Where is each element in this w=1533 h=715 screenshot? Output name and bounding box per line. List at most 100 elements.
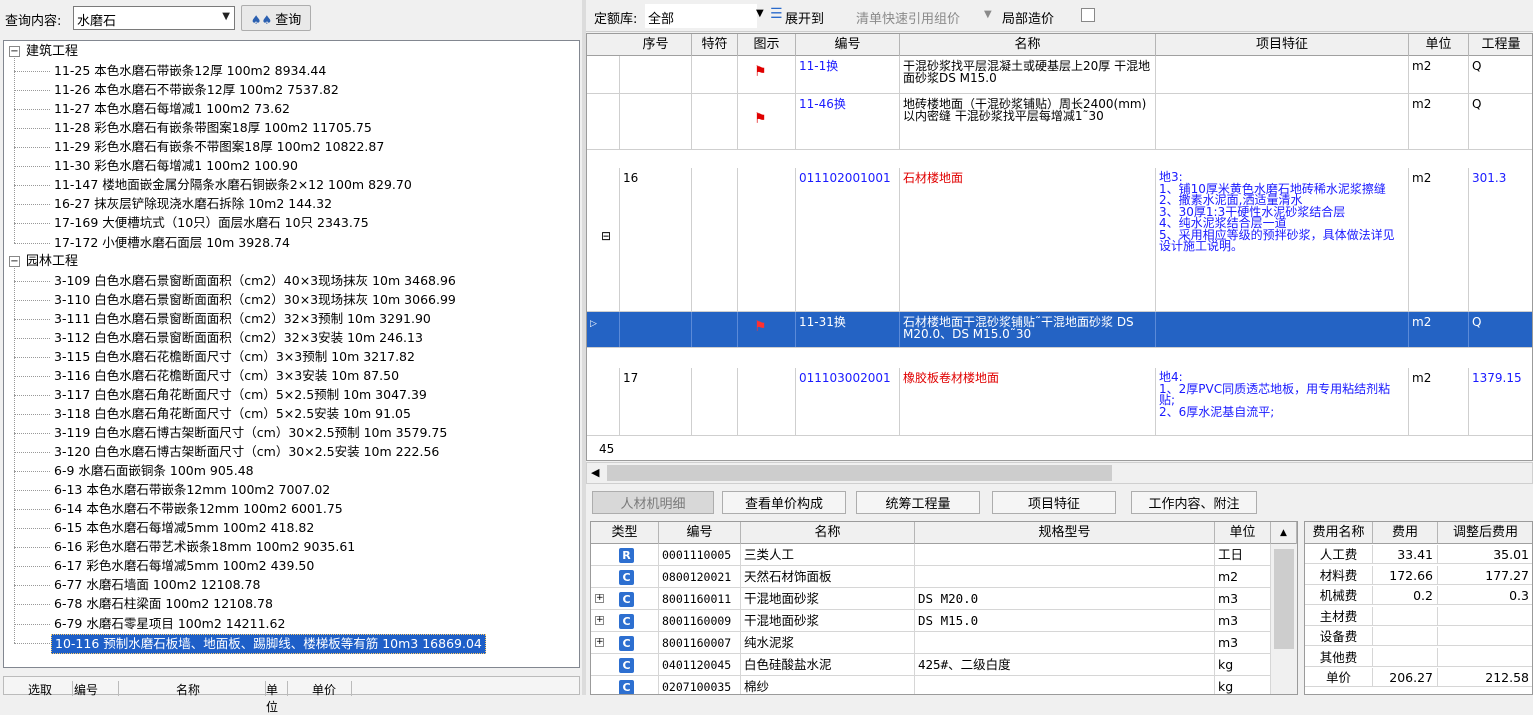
tree-item-label[interactable]: 10-116 预制水磨石板墙、地面板、踢脚线、楼梯板等有筋 10m3 16869… — [51, 633, 486, 654]
tree-item[interactable]: 3-119 白色水磨石博古架断面尺寸（cm）30×2.5预制 10m 3579.… — [4, 424, 574, 442]
resource-type[interactable]: R — [591, 544, 659, 566]
tree-item-label[interactable]: 3-119 白色水磨石博古架断面尺寸（cm）30×2.5预制 10m 3579.… — [54, 424, 447, 442]
row-indicator[interactable]: ▷ — [587, 312, 620, 347]
resource-type[interactable]: C — [591, 654, 659, 676]
tree-item[interactable]: 10-116 预制水磨石板墙、地面板、踢脚线、楼梯板等有筋 10m3 16869… — [4, 633, 574, 654]
resource-type[interactable]: C — [591, 566, 659, 588]
resource-unit[interactable]: m3 — [1215, 632, 1271, 654]
scroll-left-icon[interactable]: ◀ — [591, 466, 599, 479]
tree-item-label[interactable]: 11-25 本色水磨石带嵌条12厚 100m2 8934.44 — [54, 62, 326, 80]
fee-fee[interactable] — [1373, 627, 1438, 646]
tree-item-label[interactable]: 11-29 彩色水磨石有嵌条不带图案18厚 100m2 10822.87 — [54, 138, 384, 156]
tree-item-label[interactable]: 6-17 彩色水磨石每增减5mm 100m2 439.50 — [54, 557, 314, 575]
query-value[interactable]: 水磨石 — [77, 10, 116, 29]
resource-code[interactable]: 0800120021 — [659, 566, 741, 588]
tree-node-label[interactable]: 园林工程 — [26, 253, 78, 271]
scrollbar-thumb[interactable] — [607, 465, 1112, 481]
tree-item[interactable]: 3-116 白色水磨石花檐断面尺寸（cm）3×3安装 10m 87.50 — [4, 367, 574, 385]
expand-icon[interactable]: + — [595, 616, 604, 625]
resource-type[interactable]: + C — [591, 610, 659, 632]
table-row[interactable]: + C 8001160007 纯水泥浆 m3 — [591, 632, 1271, 654]
tree-item-label[interactable]: 6-14 本色水磨石不带嵌条12mm 100m2 6001.75 — [54, 500, 343, 518]
row-indicator[interactable] — [587, 94, 620, 149]
tree-item[interactable]: 3-115 白色水磨石花檐断面尺寸（cm）3×3预制 10m 3217.82 — [4, 348, 574, 366]
tab-2[interactable]: 查看单价构成 — [722, 491, 846, 514]
fee-adj[interactable]: 0.3 — [1438, 586, 1532, 605]
resource-spec[interactable]: DS M15.0 — [915, 610, 1215, 632]
sort-up-icon[interactable]: ▲ — [1271, 522, 1297, 544]
resource-unit[interactable]: m3 — [1215, 588, 1271, 610]
tree-item-label[interactable]: 3-111 白色水磨石景窗断面面积（cm2）32×3预制 10m 3291.90 — [54, 310, 431, 328]
item-quantity[interactable]: 301.3 — [1469, 168, 1532, 311]
tree-item[interactable]: 11-147 楼地面嵌金属分隔条水磨石铜嵌条2×12 100m 829.70 — [4, 176, 574, 194]
resource-name[interactable]: 白色硅酸盐水泥 — [741, 654, 915, 676]
collapse-icon[interactable]: ⊟ — [601, 230, 611, 242]
column-header[interactable]: 名称 — [900, 34, 1156, 56]
row-indicator[interactable] — [587, 56, 620, 93]
table-row[interactable]: ⚑ 11-1换 干混砂浆找平层混凝土或硬基层上20厚 干混地面砂浆DS M15.0 m… — [587, 56, 1532, 94]
fee-fee[interactable]: 206.27 — [1373, 668, 1438, 687]
tree-item[interactable]: 16-27 抹灰层铲除现浇水磨石拆除 10m2 144.32 — [4, 195, 574, 213]
tree-item[interactable]: 11-26 本色水磨石不带嵌条12厚 100m2 7537.82 — [4, 81, 574, 99]
tree-item[interactable]: 6-14 本色水磨石不带嵌条12mm 100m2 6001.75 — [4, 500, 574, 518]
quota-tree[interactable]: − 建筑工程 11-25 本色水磨石带嵌条12厚 100m2 8934.44 11-2… — [3, 40, 580, 668]
resource-type[interactable]: + C — [591, 588, 659, 610]
resource-code[interactable]: 8001160007 — [659, 632, 741, 654]
tree-item[interactable]: 11-27 本色水磨石每增减1 100m2 73.62 — [4, 100, 574, 118]
row-indicator[interactable] — [587, 368, 620, 435]
tree-item-label[interactable]: 11-30 彩色水磨石每增减1 100m2 100.90 — [54, 157, 298, 175]
query-button[interactable]: ♠♠ 查询 — [241, 5, 311, 31]
tree-item-label[interactable]: 11-28 彩色水磨石有嵌条带图案18厚 100m2 11705.75 — [54, 119, 372, 137]
item-code[interactable]: 011103002001 — [796, 368, 900, 435]
scrollbar-thumb[interactable] — [1274, 549, 1294, 649]
resource-name[interactable]: 干混地面砂浆 — [741, 588, 915, 610]
tree-item[interactable]: 17-169 大便槽坑式（10只）面层水磨石 10只 2343.75 — [4, 214, 574, 232]
fee-adj[interactable] — [1438, 627, 1532, 646]
resource-spec[interactable] — [915, 544, 1215, 566]
fee-grid[interactable]: 费用名称 费用 调整后费用 人工费 33.41 35.01 材料费 172.66 177.27 机… — [1304, 521, 1533, 695]
item-code[interactable]: 11-1换 — [796, 56, 900, 93]
tree-item[interactable]: 6-78 水磨石柱梁面 100m2 12108.78 — [4, 595, 574, 613]
tree-item[interactable]: 11-28 彩色水磨石有嵌条带图案18厚 100m2 11705.75 — [4, 119, 574, 137]
horizontal-scrollbar[interactable]: ◀ — [586, 462, 1533, 484]
column-header[interactable]: 序号 — [620, 34, 692, 56]
fee-fee[interactable]: 0.2 — [1373, 586, 1438, 605]
column-header[interactable]: 编号 — [659, 522, 741, 544]
table-row[interactable]: ⚑ 11-46换 地砖楼地面（干混砂浆铺贴）周长2400(mm)以内密缝 干混砂浆找… — [587, 94, 1532, 150]
table-row[interactable]: C 0401120045 白色硅酸盐水泥 425#、二级白度 kg — [591, 654, 1271, 676]
tab-4[interactable]: 项目特征 — [992, 491, 1116, 514]
expand-to-button[interactable]: 展开到 — [785, 8, 824, 27]
fee-row[interactable]: 设备费 — [1305, 627, 1532, 646]
tree-item[interactable]: 6-77 水磨石墙面 100m2 12108.78 — [4, 576, 574, 594]
tab-1[interactable]: 人材机明细 — [592, 491, 714, 514]
item-quantity[interactable]: Q — [1469, 94, 1532, 149]
tree-item-label[interactable]: 3-118 白色水磨石角花断面尺寸（cm）5×2.5安装 10m 91.05 — [54, 405, 411, 423]
resource-name[interactable]: 棉纱 — [741, 676, 915, 694]
vertical-scrollbar[interactable] — [1271, 544, 1297, 694]
column-header[interactable]: 规格型号 — [915, 522, 1215, 544]
tree-item[interactable]: 17-172 小便槽水磨石面层 10m 3928.74 — [4, 234, 574, 252]
tree-item[interactable]: 11-29 彩色水磨石有嵌条不带图案18厚 100m2 10822.87 — [4, 138, 574, 156]
tree-item-label[interactable]: 6-77 水磨石墙面 100m2 12108.78 — [54, 576, 260, 594]
column-header[interactable]: 费用 — [1373, 522, 1438, 544]
table-row[interactable]: ▷ ⚑ 11-31换 石材楼地面干混砂浆铺贴˜干混地面砂浆 DS M20.0、DS M… — [587, 312, 1532, 348]
tree-item[interactable]: 6-13 本色水磨石带嵌条12mm 100m2 7007.02 — [4, 481, 574, 499]
resource-name[interactable]: 天然石材饰面板 — [741, 566, 915, 588]
resource-code[interactable]: 0207100035 — [659, 676, 741, 694]
column-header[interactable]: 调整后费用 — [1438, 522, 1532, 544]
resource-type[interactable]: + C — [591, 632, 659, 654]
resource-code[interactable]: 8001160009 — [659, 610, 741, 632]
query-combo[interactable]: 水磨石 ▼ — [73, 6, 235, 30]
resource-type[interactable]: C — [591, 676, 659, 694]
column-header[interactable]: 编号 — [796, 34, 900, 56]
expand-icon[interactable]: + — [595, 638, 604, 647]
item-code[interactable]: 11-46换 — [796, 94, 900, 149]
result-column-header[interactable]: 单价 — [312, 681, 352, 697]
tree-item-label[interactable]: 17-172 小便槽水磨石面层 10m 3928.74 — [54, 234, 290, 252]
column-header[interactable]: 单位 — [1409, 34, 1469, 56]
tree-node-2[interactable]: − 园林工程 — [4, 253, 574, 271]
column-header[interactable]: 费用名称 — [1305, 522, 1373, 544]
tree-node-1[interactable]: − 建筑工程 — [4, 43, 574, 61]
tree-item[interactable]: 6-17 彩色水磨石每增减5mm 100m2 439.50 — [4, 557, 574, 575]
tree-item[interactable]: 3-117 白色水磨石角花断面尺寸（cm）5×2.5预制 10m 3047.39 — [4, 386, 574, 404]
